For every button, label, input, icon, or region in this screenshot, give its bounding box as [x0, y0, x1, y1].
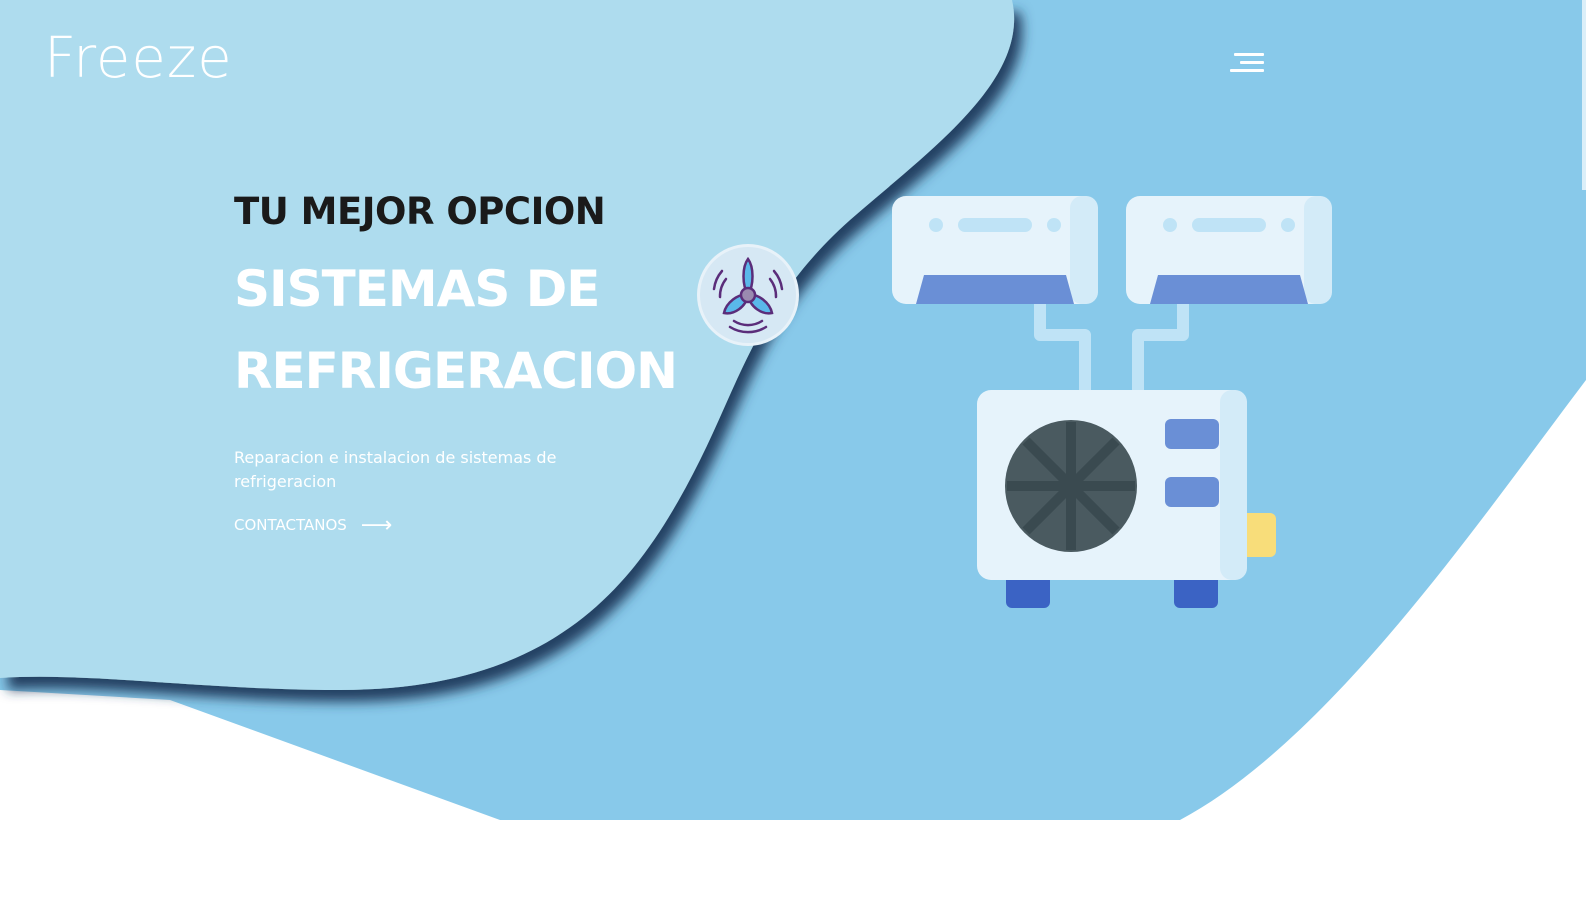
landing-page: Freeze TU MEJOR OPCION SISTEMAS DE REFRI… [0, 0, 1586, 899]
arrow-right-icon: ⟶ [360, 512, 393, 538]
headline-line-2: REFRIGERACION [234, 342, 678, 400]
menu-line-middle [1240, 61, 1264, 64]
contact-button[interactable]: CONTACTANOS ⟶ [234, 512, 393, 538]
headline-line-1: SISTEMAS DE [234, 260, 600, 318]
hero-description: Reparacion e instalacion de sistemas de … [234, 448, 557, 491]
air-conditioner-illustration [880, 190, 1350, 620]
hero-text: TU MEJOR OPCION SISTEMAS DE REFRIGERACIO… [234, 186, 714, 538]
hamburger-menu-icon[interactable] [1230, 50, 1264, 76]
fan-icon [700, 247, 796, 343]
contact-button-label: CONTACTANOS [234, 516, 347, 534]
hero-kicker: TU MEJOR OPCION [234, 190, 606, 233]
menu-line-top [1234, 53, 1264, 56]
hero-headline: SISTEMAS DE REFRIGERACION [234, 248, 714, 412]
menu-line-bottom [1230, 69, 1264, 72]
scrollbar[interactable] [1582, 0, 1586, 190]
brand-logo[interactable]: Freeze [44, 24, 233, 94]
